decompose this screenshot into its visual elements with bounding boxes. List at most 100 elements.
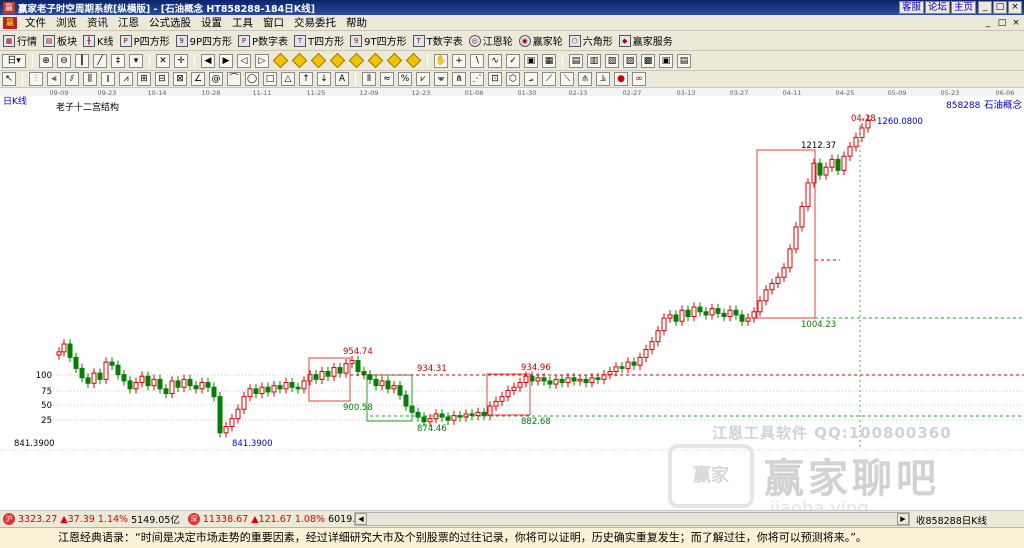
gann-angle-icon[interactable]: ⦟ <box>524 72 538 86</box>
horizontal-scrollbar[interactable]: ◀ ▶ <box>354 512 910 526</box>
mdi-restore-button[interactable]: □ <box>996 17 1008 29</box>
toolbar-9p-square-button[interactable]: 9 9P四方形 <box>173 32 235 50</box>
toolbar-gann-wheel-button[interactable]: ◎ 江恩轮 <box>466 32 516 50</box>
ellipse-icon[interactable]: ◯ <box>245 72 259 86</box>
menu-info[interactable]: 资讯 <box>82 15 113 30</box>
shanghai-index-icon[interactable]: 沪 <box>3 513 15 525</box>
bar-chart-icon[interactable]: ┃ <box>75 53 89 68</box>
bar-tool-icon[interactable]: ⫴ <box>362 72 376 86</box>
gann-diamond-icon[interactable] <box>348 52 365 69</box>
minimize-button[interactable]: _ <box>978 1 992 14</box>
gann-diamond-icon[interactable] <box>386 52 403 69</box>
menu-formula[interactable]: 公式选股 <box>144 15 196 30</box>
menu-settings[interactable]: 设置 <box>196 15 227 30</box>
hand-pan-icon[interactable]: ✋ <box>434 53 448 68</box>
close-button[interactable]: × <box>1008 1 1022 14</box>
hexagon-tool-icon[interactable]: ⬡ <box>506 72 520 86</box>
toolbar-hexagon-button[interactable]: ⬡ 六角形 <box>566 32 616 50</box>
fib-line-icon[interactable]: ⫶ <box>29 72 43 86</box>
check-icon[interactable]: ✓ <box>506 53 520 68</box>
zoom-out-icon[interactable]: ⊖ <box>57 53 71 68</box>
triangle-icon[interactable]: △ <box>281 72 295 86</box>
arc-icon[interactable]: ⌒ <box>227 72 241 86</box>
gann-diamond-icon[interactable] <box>405 52 422 69</box>
speed-arc-icon[interactable]: ⩖ <box>434 72 448 86</box>
last-page-icon[interactable]: ▶ <box>219 53 233 68</box>
gann-box-icon[interactable]: ⊞ <box>137 72 151 86</box>
resistance-icon[interactable]: ⟍ <box>560 72 574 86</box>
toolbar-t-square-button[interactable]: T T四方形 <box>291 32 347 50</box>
toolbar-9t-square-button[interactable]: 9 9T四方形 <box>347 32 409 50</box>
arrow-up-icon[interactable]: ↑ <box>299 72 313 86</box>
export-icon[interactable]: ▩ <box>641 53 655 68</box>
loop-icon[interactable]: ∞ <box>632 72 646 86</box>
pitchfork-icon[interactable]: ⋔ <box>452 72 466 86</box>
speed-line-icon[interactable]: ⩗ <box>416 72 430 86</box>
channel-icon[interactable]: ⫽ <box>65 72 79 86</box>
toolbar-p-table-button[interactable]: P P数字表 <box>235 32 291 50</box>
gann-diamond-icon[interactable] <box>367 52 384 69</box>
first-page-icon[interactable]: ◀ <box>201 53 215 68</box>
text-icon[interactable]: A <box>335 72 349 86</box>
pen-line-icon[interactable]: ∖ <box>470 53 484 68</box>
percent-icon[interactable]: % <box>398 72 412 86</box>
wave-icon[interactable]: ∿ <box>488 53 502 68</box>
document-icon[interactable]: 赢 <box>3 16 17 29</box>
left-arrow-icon[interactable]: ◁ <box>237 53 251 68</box>
period-dropdown[interactable]: 日▾ <box>2 53 26 68</box>
toolbar-p-square-button[interactable]: P P四方形 <box>117 32 173 50</box>
rectangle-icon[interactable]: □ <box>263 72 277 86</box>
menu-file[interactable]: 文件 <box>20 15 51 30</box>
gann-diamond-icon[interactable] <box>272 52 289 69</box>
menu-trade[interactable]: 交易委托 <box>289 15 341 30</box>
toolbar-sectors-button[interactable]: ▤ 板块 <box>40 32 80 50</box>
right-arrow-icon[interactable]: ▷ <box>255 53 269 68</box>
zoom-in-icon[interactable]: ⊕ <box>39 53 53 68</box>
line-chart-icon[interactable]: ╱ <box>93 53 107 68</box>
print-icon[interactable]: ▨ <box>623 53 637 68</box>
mdi-close-button[interactable]: × <box>1010 17 1022 29</box>
time-zone-icon[interactable]: ⫾ <box>101 72 115 86</box>
colors-icon[interactable]: ● <box>614 72 628 86</box>
menu-tools[interactable]: 工具 <box>227 15 258 30</box>
wave-tool-icon[interactable]: ≈ <box>380 72 394 86</box>
toolbar-t-table-button[interactable]: T T数字表 <box>410 32 466 50</box>
candle-toggle-icon[interactable]: ‡ <box>111 53 125 68</box>
plus-icon[interactable]: + <box>452 53 466 68</box>
settings-icon[interactable]: ▣ <box>659 53 673 68</box>
gann-diamond-icon[interactable] <box>291 52 308 69</box>
cursor-dropdown-icon[interactable]: ▾ <box>129 53 143 68</box>
eraser-icon[interactable]: ✕ <box>156 53 170 68</box>
gann-diamond-icon[interactable] <box>329 52 346 69</box>
grid-draw-icon[interactable]: ▦ <box>542 53 556 68</box>
cursor-icon[interactable]: ↖ <box>2 72 16 86</box>
shenzhen-index-icon[interactable]: 深 <box>187 513 200 525</box>
support-icon[interactable]: ⫛ <box>578 72 592 86</box>
menu-browse[interactable]: 浏览 <box>51 15 82 30</box>
arrow-down-icon[interactable]: ↓ <box>317 72 331 86</box>
save-icon[interactable]: ▥ <box>587 53 601 68</box>
menu-window[interactable]: 窗口 <box>258 15 289 30</box>
scroll-left-icon[interactable]: ◀ <box>355 513 367 525</box>
calendar-icon[interactable]: ▤ <box>569 53 583 68</box>
data-icon[interactable]: ▤ <box>677 53 691 68</box>
ratio-icon[interactable]: ⊠ <box>173 72 187 86</box>
gann-fan-icon[interactable]: ⩘ <box>119 72 133 86</box>
regression-icon[interactable]: ⋰ <box>470 72 484 86</box>
square-of-nine-icon[interactable]: ⊡ <box>488 72 502 86</box>
toolbar-service-button[interactable]: ◆ 赢家服务 <box>616 32 676 50</box>
menu-help[interactable]: 帮助 <box>341 15 372 30</box>
menu-gann[interactable]: 江恩 <box>113 15 144 30</box>
scroll-right-icon[interactable]: ▶ <box>897 513 909 525</box>
frame-icon[interactable]: ▣ <box>524 53 538 68</box>
spiral-icon[interactable]: @ <box>209 72 223 86</box>
toolbar-quotes-button[interactable]: ▦ 行情 <box>0 32 40 50</box>
stat-icon[interactable]: ⫡ <box>596 72 610 86</box>
link-home[interactable]: 主页 <box>950 1 976 14</box>
gann-diamond-icon[interactable] <box>310 52 327 69</box>
crosshair-icon[interactable]: ✛ <box>174 53 188 68</box>
trend-icon[interactable]: ⟋ <box>542 72 556 86</box>
link-support[interactable]: 客服 <box>898 1 924 14</box>
cycle-line-icon[interactable]: ⫼ <box>83 72 97 86</box>
angle-icon[interactable]: ∠ <box>191 72 205 86</box>
